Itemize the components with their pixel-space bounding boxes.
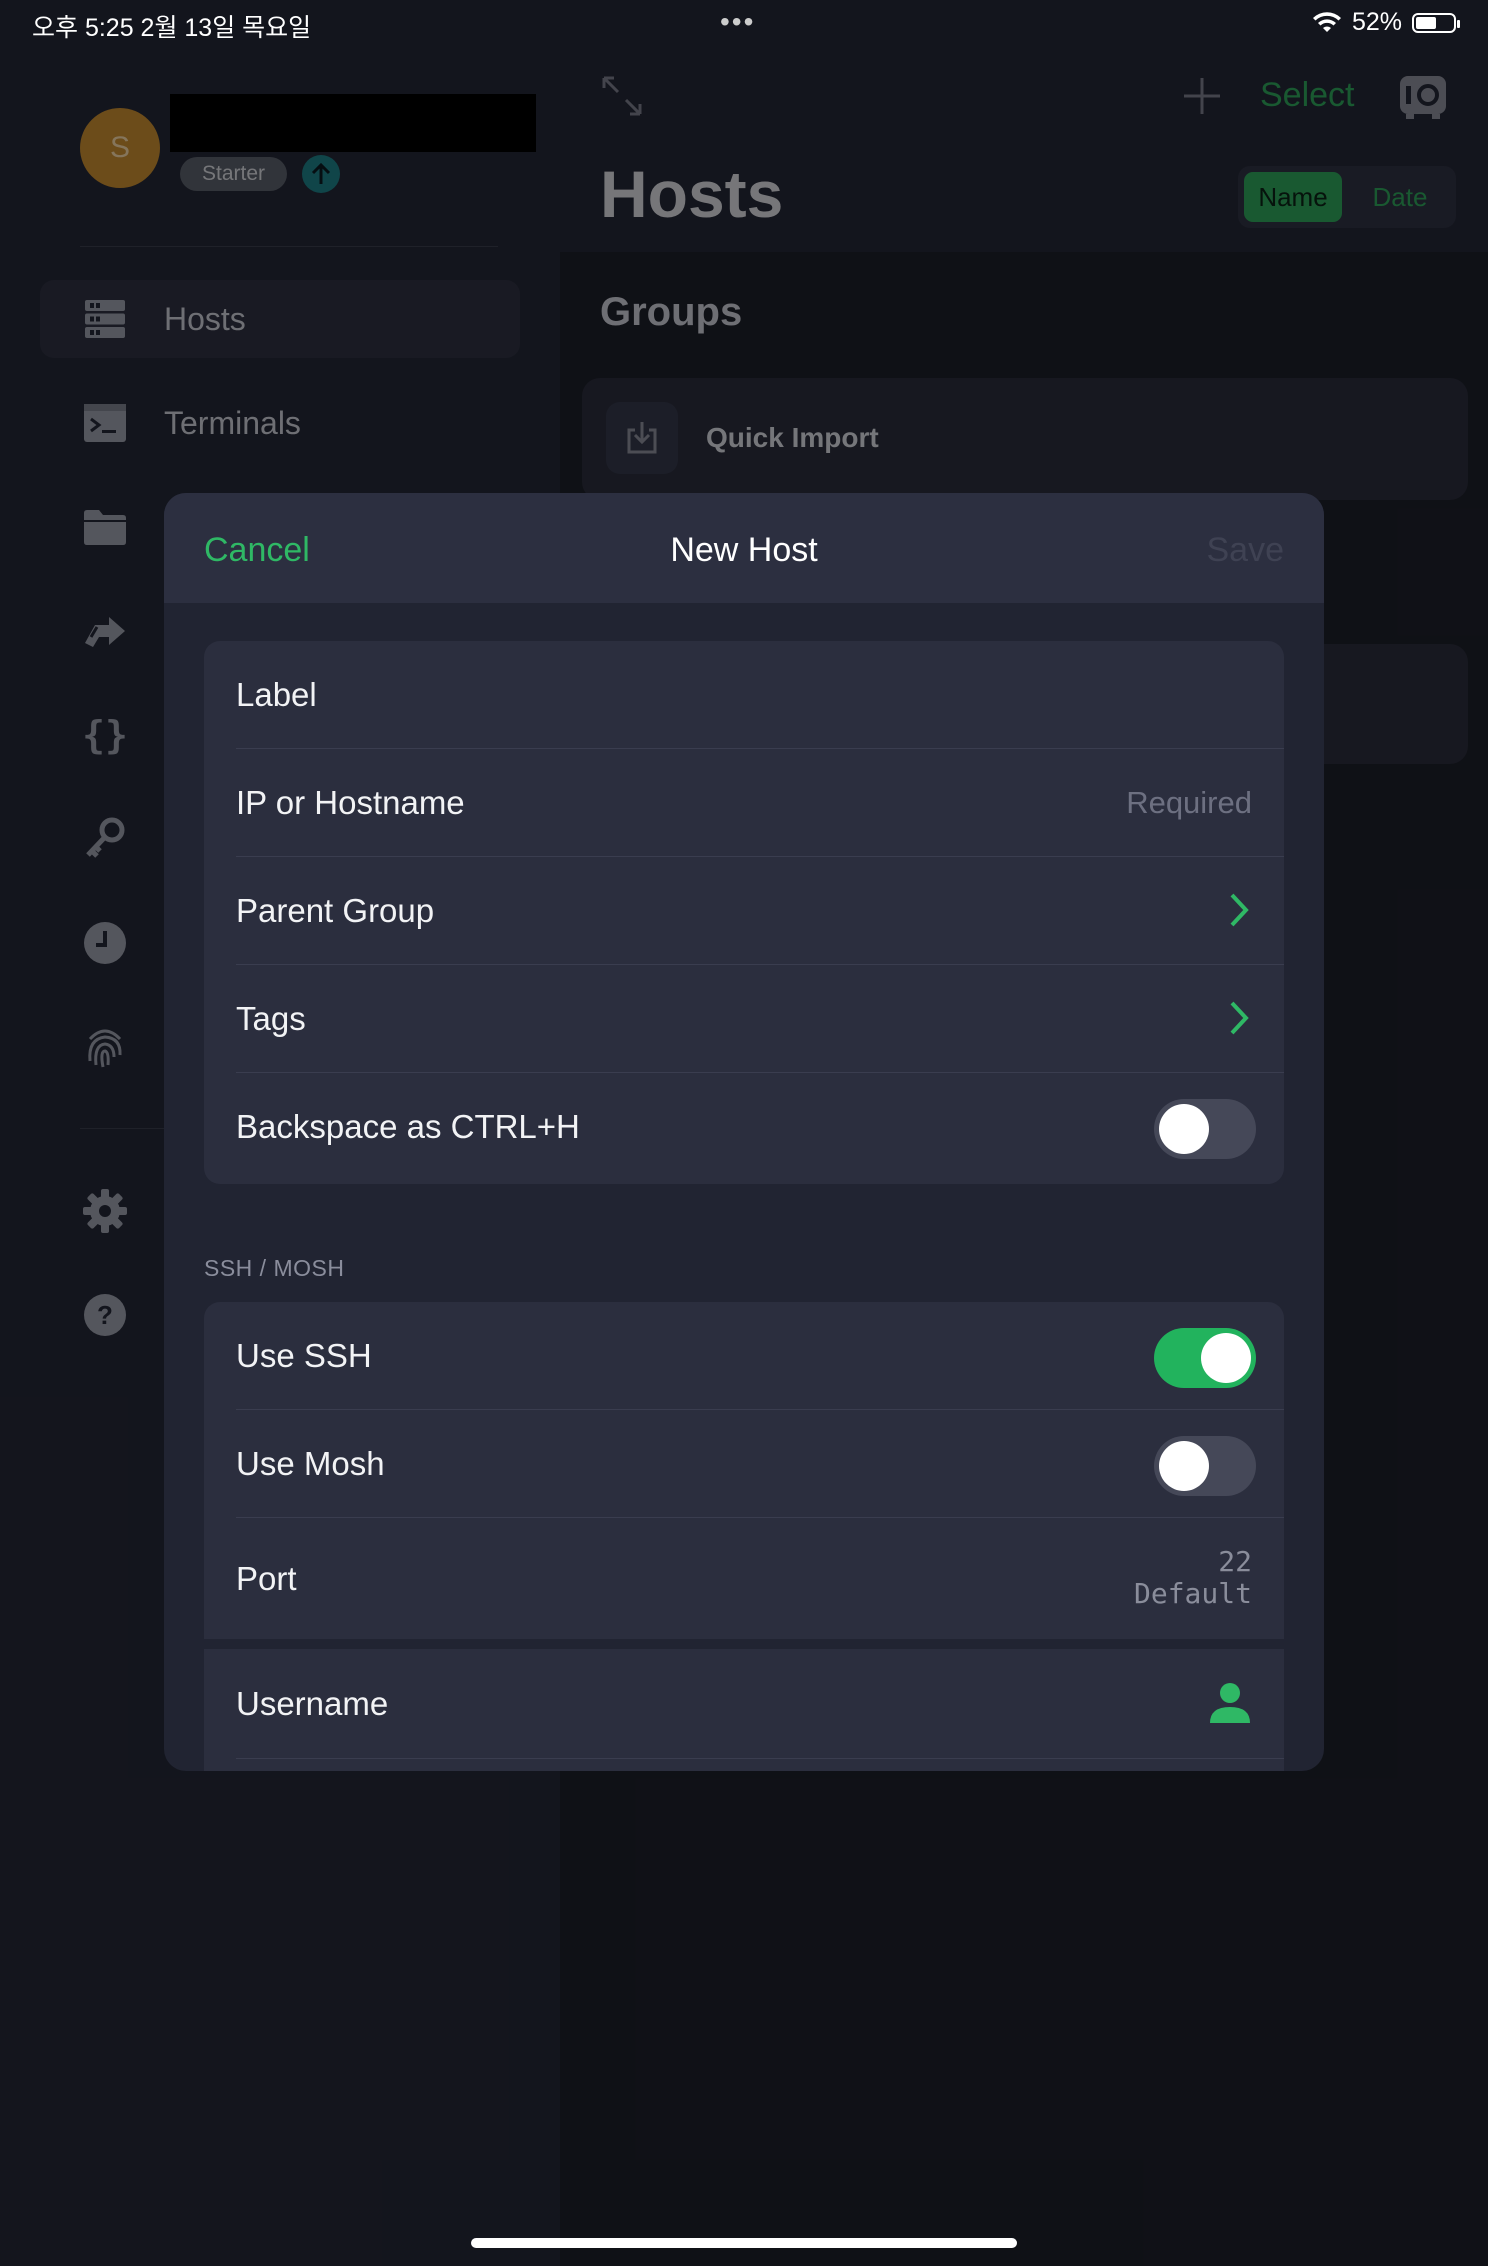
battery-percent: 52% [1351, 8, 1402, 36]
hostname-input[interactable]: Required [1126, 749, 1252, 857]
wifi-icon [1312, 11, 1341, 32]
use-ssh-row: Use SSH [204, 1302, 1284, 1410]
chevron-right-icon [1228, 891, 1250, 934]
status-bar: 오후 5:25 2월 13일 목요일 ••• 52% [0, 0, 1488, 50]
chevron-right-icon [1228, 999, 1250, 1042]
hostname-field-label: IP or Hostname [236, 784, 465, 821]
use-ssh-toggle[interactable] [1154, 1328, 1256, 1388]
row-separator [236, 1758, 1284, 1759]
save-button[interactable]: Save [1207, 531, 1285, 570]
use-mosh-toggle[interactable] [1154, 1436, 1256, 1496]
status-right: 52% [1312, 8, 1460, 37]
status-time: 오후 5:25 2월 13일 목요일 [32, 14, 312, 42]
tags-label: Tags [236, 1000, 306, 1037]
modal-header: Cancel New Host Save [164, 493, 1324, 603]
multitasking-dots-icon[interactable]: ••• [720, 6, 755, 38]
person-icon[interactable] [1208, 1681, 1252, 1730]
username-label: Username [236, 1685, 389, 1722]
hostname-row[interactable]: IP or Hostname Required [204, 749, 1284, 857]
label-field-label: Label [236, 676, 317, 713]
port-row[interactable]: Port 22 Default [204, 1518, 1284, 1639]
modal-title: New Host [670, 531, 818, 569]
port-default: Default [1133, 1577, 1252, 1610]
ssh-section-header: SSH / MOSH [204, 1255, 345, 1281]
new-host-modal: Cancel New Host Save Label IP or Hostnam… [164, 493, 1324, 1771]
battery-icon [1412, 12, 1460, 33]
home-indicator[interactable] [471, 2238, 1017, 2248]
port-label: Port [236, 1560, 297, 1597]
use-ssh-label: Use SSH [236, 1337, 372, 1374]
general-settings-group: Label IP or Hostname Required Parent Gro… [204, 641, 1284, 1184]
label-row[interactable]: Label [204, 641, 1284, 749]
port-value: 22 [1218, 1545, 1252, 1578]
tags-row[interactable]: Tags [204, 965, 1284, 1073]
port-input[interactable]: 22 Default [1134, 1546, 1252, 1610]
group-gap [204, 1639, 1284, 1649]
use-mosh-row: Use Mosh [204, 1410, 1284, 1518]
parent-group-label: Parent Group [236, 892, 435, 929]
backspace-toggle[interactable] [1154, 1099, 1256, 1159]
backspace-label: Backspace as CTRL+H [236, 1108, 580, 1145]
username-row[interactable]: Username [204, 1649, 1284, 1759]
ssh-settings-group: Use SSH Use Mosh Port 22 Default Usernam… [204, 1302, 1284, 1771]
backspace-row: Backspace as CTRL+H [204, 1073, 1284, 1181]
use-mosh-label: Use Mosh [236, 1445, 385, 1482]
parent-group-row[interactable]: Parent Group [204, 857, 1284, 965]
